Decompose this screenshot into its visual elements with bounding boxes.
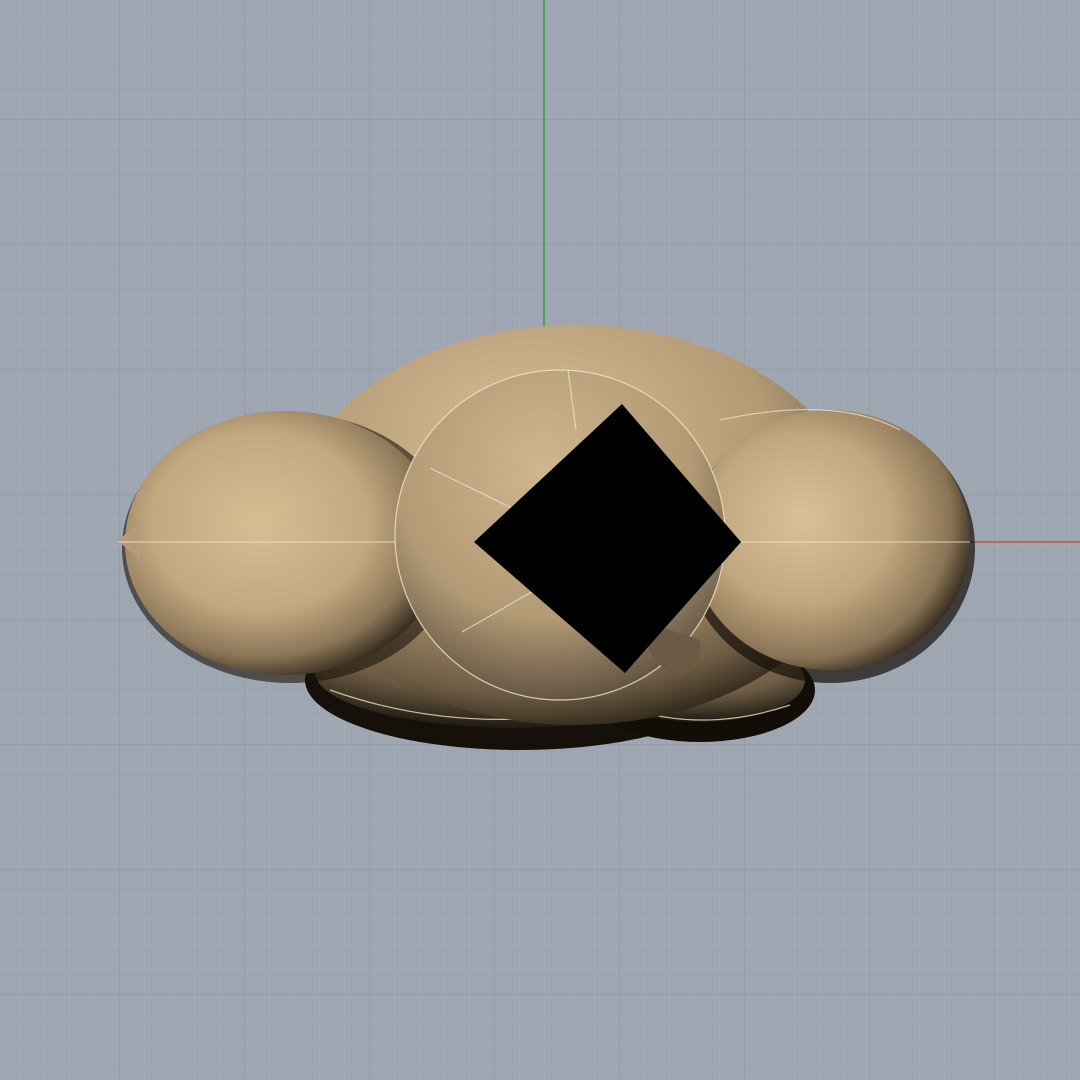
3d-viewport[interactable] — [0, 0, 1080, 1080]
viewport-canvas[interactable] — [0, 0, 1080, 1080]
